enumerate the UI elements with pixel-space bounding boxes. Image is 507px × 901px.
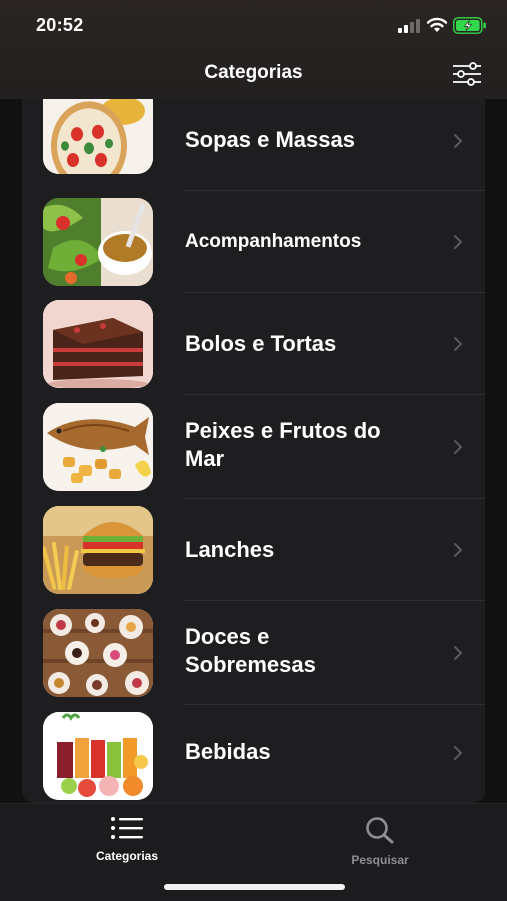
category-label: Bolos e Tortas: [185, 331, 337, 356]
category-row-acompanhamentos[interactable]: Acompanhamentos: [22, 191, 485, 293]
chevron-right-icon: [454, 646, 463, 660]
category-image-cake: [43, 300, 153, 388]
tab-pesquisar[interactable]: Pesquisar: [310, 816, 450, 867]
category-label: Doces e Sobremesas: [185, 624, 316, 677]
category-image-fish: [43, 403, 153, 491]
category-label: Lanches: [185, 537, 275, 562]
category-row-peixes-e-frutos-do-mar[interactable]: Peixes e Frutos do Mar: [22, 395, 485, 499]
cellular-signal-icon: [398, 19, 420, 33]
chevron-right-icon: [454, 337, 463, 351]
wifi-icon: [426, 17, 448, 32]
category-label: Sopas e Massas: [185, 127, 355, 152]
category-label: Bebidas: [185, 739, 271, 764]
tab-label: Pesquisar: [351, 853, 409, 867]
category-list: Sopas e Massas Acompanhamentos Bolos e T…: [22, 99, 485, 803]
category-image-salad: [43, 198, 153, 286]
category-label: Acompanhamentos: [185, 231, 362, 252]
tab-label: Categorias: [95, 849, 159, 863]
list-icon: [111, 817, 143, 839]
chevron-right-icon: [454, 746, 463, 760]
category-row-sopas-e-massas[interactable]: Sopas e Massas: [22, 99, 485, 191]
category-row-bebidas[interactable]: Bebidas: [22, 705, 485, 803]
category-row-bolos-e-tortas[interactable]: Bolos e Tortas: [22, 293, 485, 395]
magnifier-icon: [366, 817, 394, 844]
category-image-sweets: [43, 609, 153, 697]
chevron-right-icon: [454, 440, 463, 454]
category-row-lanches[interactable]: Lanches: [22, 499, 485, 601]
header: 20:52 Categorias: [0, 0, 507, 99]
category-image-drinks: [43, 712, 153, 800]
category-image-burger: [43, 506, 153, 594]
chevron-right-icon: [454, 235, 463, 249]
home-indicator[interactable]: [164, 884, 345, 890]
category-row-doces-e-sobremesas[interactable]: Doces e Sobremesas: [22, 601, 485, 705]
battery-charging-icon: [453, 17, 486, 34]
sliders-icon[interactable]: [451, 62, 483, 86]
category-image-pizza: [43, 99, 153, 174]
chevron-right-icon: [454, 134, 463, 148]
tab-categorias[interactable]: Categorias: [57, 816, 197, 863]
category-label: Peixes e Frutos do Mar: [185, 418, 381, 471]
status-time: 20:52: [36, 15, 84, 35]
page-title: Categorias: [204, 62, 303, 83]
chevron-right-icon: [454, 543, 463, 557]
